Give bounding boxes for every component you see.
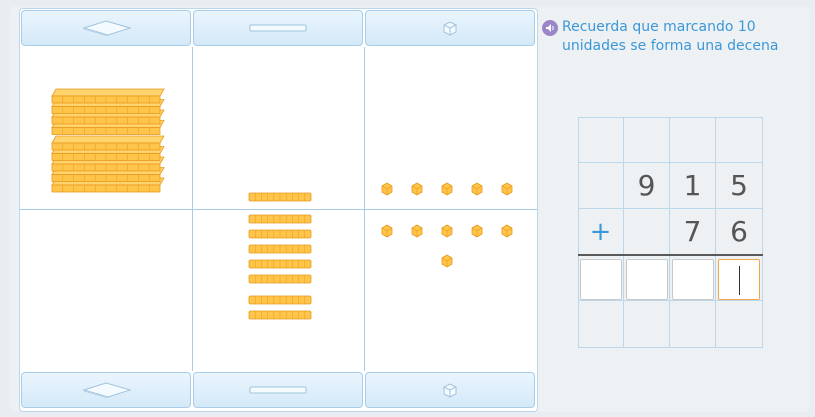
- blocks-panel: [19, 8, 538, 412]
- unit-block[interactable]: [441, 182, 453, 196]
- grid-cell: [578, 301, 624, 348]
- ten-block[interactable]: [248, 229, 312, 239]
- base-ten-blocks: [51, 88, 513, 320]
- answer-input-hundreds[interactable]: [626, 259, 668, 300]
- addend1-digit: 5: [716, 163, 763, 209]
- plus-sign: +: [578, 209, 624, 255]
- unit-block[interactable]: [441, 254, 453, 268]
- unit-block[interactable]: [381, 182, 393, 196]
- ten-block[interactable]: [248, 259, 312, 269]
- hundred-block[interactable]: [51, 135, 165, 151]
- grid-cell: [670, 117, 716, 163]
- addend1-digit: 1: [670, 163, 716, 209]
- answer-input-tens[interactable]: [672, 259, 714, 300]
- ten-block[interactable]: [248, 244, 312, 254]
- addend2-digit: 6: [716, 209, 763, 255]
- unit-block[interactable]: [411, 182, 423, 196]
- answer-input-units[interactable]: [718, 259, 760, 300]
- text-caret: [739, 266, 740, 295]
- ten-block[interactable]: [248, 192, 312, 202]
- unit-block[interactable]: [501, 224, 513, 238]
- grid-cell: [670, 301, 716, 348]
- addend1-digit: [578, 163, 624, 209]
- sum-line: [578, 254, 763, 256]
- addend2-digit: 7: [670, 209, 716, 255]
- grid-cell: [624, 117, 670, 163]
- unit-block[interactable]: [441, 224, 453, 238]
- unit-block[interactable]: [471, 224, 483, 238]
- ten-block[interactable]: [248, 274, 312, 284]
- unit-block[interactable]: [411, 224, 423, 238]
- grid-cell: [716, 301, 763, 348]
- ten-block[interactable]: [248, 214, 312, 224]
- grid-cell: [716, 117, 763, 163]
- hint-text: Recuerda que marcando 10 unidades se for…: [562, 19, 779, 54]
- addend2-digit: [624, 209, 670, 255]
- grid-cell: [578, 117, 624, 163]
- hundred-block[interactable]: [51, 88, 165, 104]
- ten-block[interactable]: [248, 310, 312, 320]
- answer-input-thousands[interactable]: [580, 259, 622, 300]
- addend1-digit: 9: [624, 163, 670, 209]
- unit-block[interactable]: [471, 182, 483, 196]
- ten-block[interactable]: [248, 295, 312, 305]
- unit-block[interactable]: [501, 182, 513, 196]
- unit-block[interactable]: [381, 224, 393, 238]
- addition-grid: 9 1 5 + 7 6: [578, 117, 763, 348]
- speaker-icon[interactable]: [542, 20, 558, 36]
- hint: Recuerda que marcando 10 unidades se for…: [542, 18, 804, 56]
- grid-cell: [624, 301, 670, 348]
